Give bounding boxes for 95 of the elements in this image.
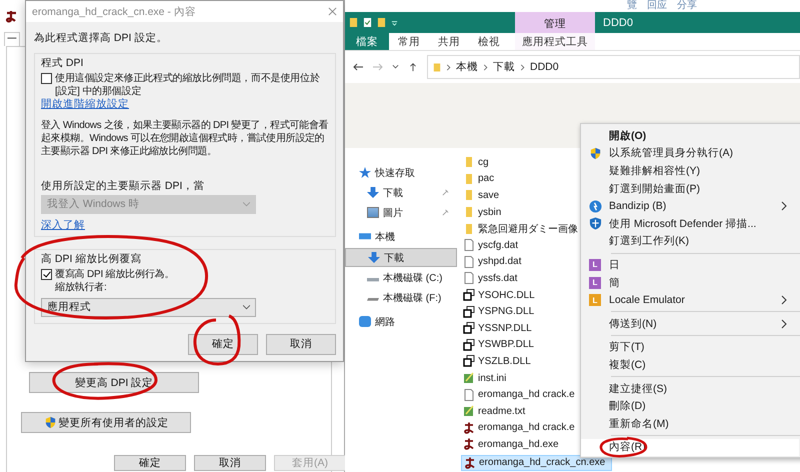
checkbox[interactable] bbox=[41, 73, 52, 84]
close-icon[interactable] bbox=[328, 7, 337, 16]
tab[interactable]: 一 bbox=[4, 32, 20, 46]
menu-item[interactable]: 使用 Microsoft Defender 掃描... bbox=[581, 214, 799, 233]
file-item[interactable]: YSSNP.DLL bbox=[461, 320, 532, 337]
file-item[interactable]: eromanga_hd_crack_cn.exe bbox=[461, 454, 612, 472]
file-item[interactable]: yscfg.dat bbox=[461, 236, 518, 254]
dropdown-icon[interactable] bbox=[391, 19, 398, 26]
menu-item[interactable]: 釘選到開始畫面(P) bbox=[581, 180, 799, 198]
window-title: eromanga_hd_crack_cn.exe - 內容 bbox=[32, 4, 196, 18]
contextual-tab-header: 管理 bbox=[515, 12, 595, 33]
menu-item[interactable]: 以系統管理員身分執行(A) bbox=[581, 144, 799, 162]
file-item[interactable]: yshpd.dat bbox=[461, 254, 522, 270]
file-item[interactable]: 緊急回避用ダミー画像 bbox=[461, 220, 578, 237]
breadcrumb[interactable]: DDD0 bbox=[530, 61, 559, 73]
ribbon-tab[interactable]: 應用程式工具 bbox=[515, 33, 595, 50]
menu-item[interactable]: 傳送到(N) bbox=[581, 314, 799, 333]
breadcrumb[interactable]: 本機 bbox=[456, 60, 478, 74]
file-item[interactable]: yssfs.dat bbox=[461, 270, 518, 287]
pin-icon[interactable] bbox=[442, 209, 449, 216]
chevron-right-icon bbox=[446, 64, 451, 70]
address-bar[interactable]: 本機 下載 DDD0 bbox=[427, 55, 800, 79]
app-icon bbox=[5, 10, 19, 24]
chevron-down-icon[interactable] bbox=[392, 64, 399, 70]
file-item[interactable]: cg bbox=[461, 154, 489, 171]
folder-icon[interactable] bbox=[349, 17, 358, 28]
file-item[interactable]: eromanga_hd.exe bbox=[461, 436, 559, 453]
pin-icon[interactable] bbox=[442, 189, 449, 196]
nav-item[interactable]: 下載 bbox=[345, 183, 457, 202]
properties-icon[interactable] bbox=[363, 17, 372, 28]
file-item[interactable]: readme.txt bbox=[461, 402, 526, 420]
file-item[interactable]: inst.ini bbox=[461, 370, 506, 386]
change-all-users-button[interactable]: 變更所有使用者的設定 bbox=[21, 412, 191, 433]
nav-item[interactable]: 本機 bbox=[345, 227, 457, 246]
file-item[interactable]: ysbin bbox=[461, 204, 502, 220]
file-item[interactable]: eromanga_hd crack.e bbox=[461, 386, 575, 403]
checkbox-label: 縮放執行者: bbox=[55, 281, 107, 294]
folder-icon bbox=[433, 62, 441, 72]
menu-item[interactable]: 疑難排解相容性(Y) bbox=[581, 162, 799, 180]
dialog-heading: 為此程式選擇高 DPI 設定。 bbox=[34, 32, 168, 45]
menu-item[interactable]: 開啟(O) bbox=[581, 127, 799, 145]
checkbox[interactable] bbox=[41, 269, 52, 280]
menu-item[interactable]: 建立捷徑(S) bbox=[581, 380, 799, 398]
nav-item[interactable]: 本機磁碟 (C:) bbox=[345, 268, 457, 287]
menu-item[interactable]: 複製(C) bbox=[581, 356, 799, 374]
menu-item[interactable]: 重新命名(M) bbox=[581, 414, 799, 432]
folder-icon[interactable] bbox=[377, 17, 386, 28]
chevron-right-icon bbox=[483, 64, 488, 70]
menu-item[interactable]: 刪除(D) bbox=[581, 397, 799, 415]
dialog-button[interactable]: 確定 bbox=[114, 455, 186, 471]
file-item[interactable]: eromanga_hd crack.e bbox=[461, 420, 575, 436]
app-badge-icon: L bbox=[589, 276, 601, 289]
nav-item[interactable]: 快速存取 bbox=[345, 163, 457, 182]
chevron-right-icon bbox=[520, 64, 525, 70]
nav-item[interactable]: 圖片 bbox=[345, 203, 457, 222]
menu-item[interactable]: L Locale Emulator bbox=[581, 291, 799, 309]
ribbon-tab[interactable]: 檔案 bbox=[345, 33, 389, 50]
file-item[interactable]: YSPNG.DLL bbox=[461, 303, 534, 320]
nav-item[interactable]: 網路 bbox=[345, 312, 457, 331]
shield-icon bbox=[44, 416, 56, 429]
caret-icon bbox=[243, 202, 250, 207]
window-title: DDD0 bbox=[603, 16, 633, 28]
checkbox-label: 覆寫高 DPI 縮放比例行為。 bbox=[55, 268, 174, 281]
select-label: 使用所設定的主要顯示器 DPI，當 bbox=[41, 180, 204, 193]
menu-item[interactable]: 剪下(T) bbox=[581, 338, 799, 356]
app-badge-icon: L bbox=[589, 258, 601, 271]
group-title: 高 DPI 縮放比例覆寫 bbox=[41, 253, 142, 266]
file-item[interactable]: YSOHC.DLL bbox=[461, 286, 535, 304]
dialog-button[interactable]: 取消 bbox=[266, 334, 336, 355]
back-arrow-icon[interactable] bbox=[352, 62, 364, 72]
web-link[interactable]: 覽 bbox=[627, 0, 637, 12]
ribbon-tab[interactable]: 常用 bbox=[389, 33, 429, 50]
learn-more-link[interactable]: 深入了解 bbox=[41, 219, 85, 231]
scaling-dropdown[interactable]: 應用程式 bbox=[41, 298, 256, 317]
menu-item[interactable]: Bandizip (B) bbox=[581, 197, 799, 215]
dialog-button[interactable]: 取消 bbox=[194, 455, 266, 471]
advanced-scaling-link[interactable]: 開啟進階縮放設定 bbox=[41, 98, 129, 110]
checkbox-label: 使用這個設定來修正此程式的縮放比例問題，而不是使用位於 [設定] 中的那個設定 bbox=[55, 72, 321, 98]
ribbon-tab[interactable]: 共用 bbox=[429, 33, 469, 50]
group-title: 程式 DPI bbox=[41, 57, 84, 70]
caret-icon bbox=[243, 305, 250, 310]
file-item[interactable]: pac bbox=[461, 170, 494, 188]
file-item[interactable]: YSZLB.DLL bbox=[461, 353, 531, 370]
ribbon-tab[interactable]: 檢視 bbox=[469, 33, 509, 50]
app-badge-icon: L bbox=[589, 294, 601, 306]
menu-item[interactable]: L 簡 bbox=[581, 274, 799, 292]
file-item[interactable]: YSWBP.DLL bbox=[461, 336, 534, 354]
breadcrumb[interactable]: 下載 bbox=[493, 60, 515, 74]
menu-item[interactable]: 釘選到工作列(K) bbox=[581, 232, 799, 250]
dialog-button[interactable]: 確定 bbox=[188, 334, 258, 355]
nav-item[interactable]: 下載 bbox=[345, 248, 457, 267]
file-item[interactable]: save bbox=[461, 187, 500, 204]
description-text: 登入 Windows 之後，如果主要顯示器的 DPI 變更了，程式可能會看起來模糊。Windows 可以在您開啟這個程式時，嘗試使用所設定的主要顯示器 DPI 來修正此縮放比例問題。 bbox=[41, 119, 330, 158]
nav-item[interactable]: 本機磁碟 (F:) bbox=[345, 288, 457, 307]
menu-item[interactable]: L 日 bbox=[581, 256, 799, 274]
